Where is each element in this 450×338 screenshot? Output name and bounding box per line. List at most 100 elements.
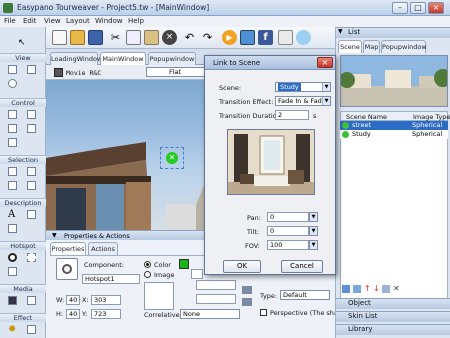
- component-name-field[interactable]: Hotspot1: [82, 274, 140, 284]
- color-radio[interactable]: [144, 261, 151, 268]
- delete-icon[interactable]: ×: [162, 30, 177, 45]
- tilt-field[interactable]: 0: [267, 226, 309, 236]
- menu-view[interactable]: View: [44, 17, 61, 25]
- image-radio[interactable]: [144, 271, 151, 278]
- library-section[interactable]: Library: [336, 324, 450, 335]
- effect-icon[interactable]: [27, 325, 36, 334]
- dialog-close-button[interactable]: ×: [317, 57, 333, 68]
- tab-actions[interactable]: Actions: [88, 242, 118, 255]
- tab-properties[interactable]: Properties: [50, 242, 86, 255]
- cut-icon[interactable]: ✂: [108, 30, 123, 45]
- image-browse-button[interactable]: [191, 269, 203, 279]
- projection-select[interactable]: Flat: [146, 67, 206, 77]
- tab-scene[interactable]: Scene: [338, 40, 362, 53]
- transition-duration-field[interactable]: 2: [275, 110, 309, 120]
- text-tool-icon[interactable]: A: [8, 209, 15, 220]
- scene-tool-icon[interactable]: [353, 285, 361, 293]
- copy-icon[interactable]: [126, 30, 141, 45]
- move-up-icon[interactable]: ↑: [364, 284, 371, 293]
- hotspot-circle-icon[interactable]: [8, 253, 17, 262]
- description-icon[interactable]: [27, 210, 36, 219]
- perspective-checkbox[interactable]: [260, 309, 267, 316]
- media-icon[interactable]: [8, 296, 17, 305]
- view-icon[interactable]: [8, 65, 17, 74]
- move-down-icon[interactable]: ↓: [373, 284, 380, 293]
- facebook-icon[interactable]: f: [258, 30, 273, 45]
- hotspot-marker-icon[interactable]: ✕: [166, 152, 178, 164]
- view-icon[interactable]: [8, 79, 17, 88]
- description-icon[interactable]: [8, 224, 17, 233]
- pan-field[interactable]: 0: [267, 212, 309, 222]
- fov-spinner[interactable]: ▼: [309, 240, 318, 250]
- scene-select[interactable]: Study ▼: [275, 82, 331, 92]
- pointer-tool-icon[interactable]: ↖: [18, 38, 28, 48]
- x-field[interactable]: 303: [91, 295, 121, 305]
- pan-spinner[interactable]: ▼: [309, 212, 318, 222]
- selection-icon[interactable]: [27, 167, 36, 176]
- collapse-icon[interactable]: ▼: [52, 232, 57, 239]
- menu-layout[interactable]: Layout: [66, 17, 90, 25]
- column-scene-name[interactable]: Scene Name: [346, 113, 387, 121]
- hotspot-rect-icon[interactable]: [27, 253, 36, 262]
- skin-list-section[interactable]: Skin List: [336, 311, 450, 322]
- tab-loadingwindow[interactable]: LoadingWindow: [50, 52, 102, 65]
- hotspot-icon[interactable]: [8, 267, 17, 276]
- selection-icon[interactable]: [8, 181, 17, 190]
- collapse-icon[interactable]: ▼: [338, 28, 343, 35]
- height-field[interactable]: 40: [66, 309, 80, 319]
- publish-icon[interactable]: [240, 30, 255, 45]
- transition-effect-select[interactable]: Fade In & Fade Out ▼: [275, 96, 331, 106]
- add-scene-icon[interactable]: [342, 285, 350, 293]
- menu-window[interactable]: Window: [95, 17, 123, 25]
- menu-edit[interactable]: Edit: [23, 17, 37, 25]
- control-icon[interactable]: [8, 124, 17, 133]
- paste-icon[interactable]: [144, 30, 159, 45]
- width-field[interactable]: 40: [66, 295, 80, 305]
- fov-label: FOV:: [245, 242, 260, 250]
- tab-mainwindow[interactable]: MainWindow: [100, 52, 146, 65]
- sun-effect-icon[interactable]: ✹: [8, 324, 16, 335]
- control-icon[interactable]: [27, 110, 36, 119]
- action-field[interactable]: [196, 294, 236, 304]
- new-file-icon[interactable]: [52, 30, 67, 45]
- tab-map[interactable]: Map: [363, 40, 380, 53]
- correlative-select[interactable]: None: [180, 309, 240, 319]
- scene-tool-icon[interactable]: [382, 285, 390, 293]
- delete-scene-icon[interactable]: ✕: [393, 284, 400, 293]
- object-section[interactable]: Object: [336, 298, 450, 309]
- ok-button[interactable]: OK: [223, 260, 261, 273]
- control-icon[interactable]: [27, 124, 36, 133]
- color-swatch[interactable]: [179, 259, 189, 269]
- redo-icon[interactable]: ↷: [200, 30, 215, 45]
- tab-popupwindow-list[interactable]: Popupwindow: [381, 40, 427, 53]
- help-icon[interactable]: [296, 30, 311, 45]
- folder-icon[interactable]: [242, 286, 252, 294]
- tab-popupwindow[interactable]: Popupwindow: [148, 52, 196, 65]
- tilt-spinner[interactable]: ▼: [309, 226, 318, 236]
- minimize-button[interactable]: –: [392, 2, 408, 14]
- folder-icon[interactable]: [242, 298, 252, 306]
- control-icon[interactable]: [8, 138, 17, 147]
- open-folder-icon[interactable]: [70, 30, 85, 45]
- type-select[interactable]: Default: [280, 290, 330, 300]
- menu-file[interactable]: File: [4, 17, 16, 25]
- save-icon[interactable]: [88, 30, 103, 45]
- menu-help[interactable]: Help: [128, 17, 144, 25]
- control-icon[interactable]: [8, 110, 17, 119]
- column-image-type[interactable]: Image Type: [413, 113, 450, 121]
- undo-icon[interactable]: ↶: [182, 30, 197, 45]
- maximize-button[interactable]: □: [410, 2, 426, 14]
- fov-field[interactable]: 100: [267, 240, 309, 250]
- action-field[interactable]: [196, 280, 236, 290]
- y-field[interactable]: 723: [91, 309, 121, 319]
- close-button[interactable]: ×: [428, 2, 444, 14]
- cancel-button[interactable]: Cancel: [281, 260, 323, 273]
- media-icon[interactable]: [27, 296, 36, 305]
- selection-icon[interactable]: [27, 181, 36, 190]
- table-row[interactable]: street Spherical: [340, 121, 448, 130]
- preview-icon[interactable]: ▶: [222, 30, 237, 45]
- view-icon[interactable]: [27, 65, 36, 74]
- selection-icon[interactable]: [8, 167, 17, 176]
- settings-icon[interactable]: [278, 30, 293, 45]
- table-row[interactable]: Study Spherical: [340, 130, 448, 139]
